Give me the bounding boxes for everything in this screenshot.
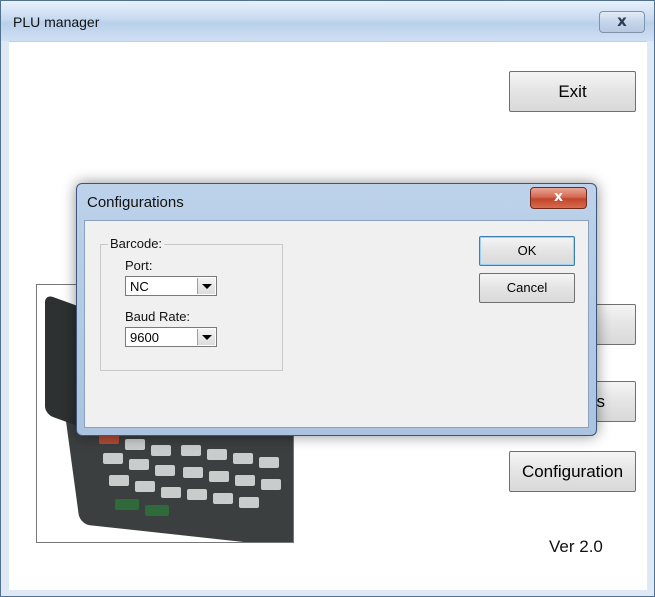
ok-button[interactable]: OK [479, 236, 575, 266]
keypad-key [183, 467, 203, 478]
port-select[interactable]: NC [125, 276, 217, 296]
keypad-key [209, 471, 229, 482]
keypad-key [115, 499, 139, 510]
keypad-key [125, 439, 145, 450]
main-window-title: PLU manager [13, 14, 100, 30]
exit-button[interactable]: Exit [509, 71, 636, 112]
keypad-key [135, 481, 155, 492]
keypad-key [235, 475, 255, 486]
dialog-title: Configurations [87, 194, 184, 211]
dropdown-arrow-icon[interactable] [197, 329, 215, 345]
close-icon: x [553, 189, 564, 205]
keypad-key [109, 475, 129, 486]
keypad-key [103, 453, 123, 464]
cancel-button[interactable]: Cancel [479, 273, 575, 303]
version-label: Ver 2.0 [549, 537, 603, 556]
baud-rate-value: 9600 [130, 330, 159, 345]
keypad-key [207, 449, 227, 460]
keypad-key [259, 457, 279, 468]
keypad-key [239, 497, 259, 508]
keypad-key [129, 459, 149, 470]
keypad-key [261, 479, 281, 490]
dialog-client-area: Barcode: Port: NC Baud Rate: 9600 OK Can… [84, 220, 589, 428]
configuration-button[interactable]: Configuration [509, 451, 636, 492]
keypad-key [151, 445, 171, 456]
close-icon: x [617, 12, 627, 30]
baud-rate-label: Baud Rate: [125, 309, 191, 324]
dialog-close-button[interactable]: x [530, 187, 587, 209]
configurations-dialog: Configurations x Barcode: Port: NC Baud … [76, 183, 597, 436]
main-close-button[interactable]: x [599, 11, 645, 33]
barcode-group: Barcode: Port: NC Baud Rate: 9600 [100, 236, 283, 371]
keypad-key [213, 493, 233, 504]
keypad-key [181, 445, 201, 456]
main-window: PLU manager x Exit s Configuration Ver 2… [0, 0, 655, 597]
dropdown-arrow-icon[interactable] [197, 278, 215, 294]
baud-rate-select[interactable]: 9600 [125, 327, 217, 347]
keypad-key [187, 489, 207, 500]
port-label: Port: [125, 258, 153, 273]
keypad-key [233, 453, 253, 464]
keypad-key [145, 505, 169, 516]
keypad-key [155, 465, 175, 476]
keypad-key [161, 487, 181, 498]
port-value: NC [130, 279, 149, 294]
barcode-group-label: Barcode: [108, 236, 165, 251]
main-titlebar[interactable]: PLU manager x [1, 1, 654, 41]
